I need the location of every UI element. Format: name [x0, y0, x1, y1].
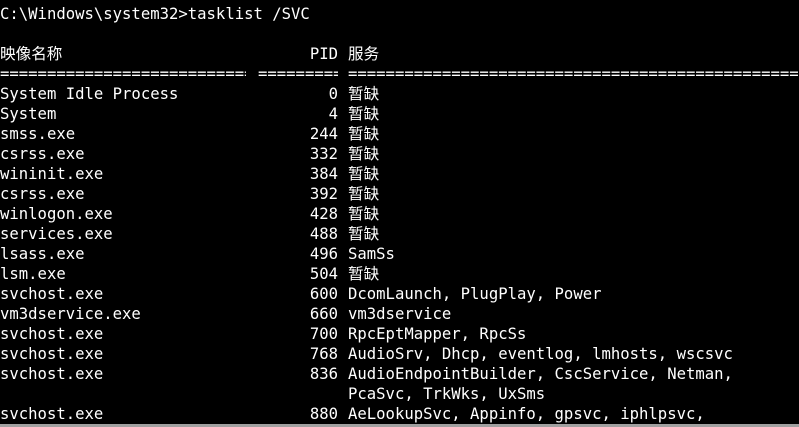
- separator-pid: ==========: [258, 65, 338, 83]
- process-name: svchost.exe: [0, 285, 104, 303]
- command-line: C:\Windows\system32>tasklist /SVC: [0, 4, 799, 24]
- separator-row: ========================== ========= =====…: [0, 64, 799, 84]
- process-name: smss.exe: [0, 125, 76, 143]
- table-row: svchost.exe 768 AudioSrv, Dhcp, eventlog, …: [0, 344, 799, 364]
- process-services: 暂缺: [348, 125, 380, 143]
- process-pid: 392: [309, 185, 338, 203]
- process-name: lsass.exe: [0, 245, 85, 263]
- process-pid: 4: [328, 105, 338, 123]
- separator-name: ========================================: [0, 65, 246, 83]
- process-services: 暂缺: [348, 205, 380, 223]
- process-services: 暂缺: [348, 185, 380, 203]
- table-row: System Idle Process 0 暂缺: [0, 84, 799, 104]
- separator-services: ========================================…: [348, 65, 799, 83]
- process-pid: 660: [309, 305, 338, 323]
- process-services: 暂缺: [348, 165, 380, 183]
- process-pid: 600: [309, 285, 338, 303]
- process-list: System Idle Process 0 暂缺 System 4 暂缺 smss.exe 2…: [0, 84, 799, 424]
- process-pid: 836: [309, 365, 338, 383]
- table-row: svchost.exe 836 AudioEndpointBuilder, CscS…: [0, 364, 799, 384]
- process-services: AeLookupSvc, Appinfo, gpsvc, iphlpsvc,: [348, 405, 705, 423]
- process-name: vm3dservice.exe: [0, 305, 141, 323]
- process-name: System: [0, 105, 57, 123]
- process-pid: 488: [309, 225, 338, 243]
- process-services: AudioEndpointBuilder, CscService, Netman…: [348, 365, 733, 383]
- process-pid: 880: [309, 405, 338, 423]
- process-pid: 504: [309, 265, 338, 283]
- table-row: svchost.exe 700 RpcEptMapper, RpcSs: [0, 324, 799, 344]
- process-pid: 0: [328, 85, 338, 103]
- table-row: vm3dservice.exe 660 vm3dservice: [0, 304, 799, 324]
- console-window[interactable]: C:\Windows\system32>tasklist /SVC 映像名称 P…: [0, 0, 799, 427]
- process-pid: 496: [309, 245, 338, 263]
- table-row: services.exe 488 暂缺: [0, 224, 799, 244]
- command-text: C:\Windows\system32>tasklist /SVC: [0, 5, 310, 23]
- process-name: System Idle Process: [0, 85, 179, 103]
- process-name: csrss.exe: [0, 185, 85, 203]
- process-pid: 700: [309, 325, 338, 343]
- process-services: 暂缺: [348, 145, 380, 163]
- process-name: svchost.exe: [0, 345, 104, 363]
- header-pid: PID: [309, 45, 338, 63]
- console-output: C:\Windows\system32>tasklist /SVC 映像名称 P…: [0, 4, 799, 424]
- table-row: lsm.exe 504 暂缺: [0, 264, 799, 284]
- table-row: System 4 暂缺: [0, 104, 799, 124]
- process-services: 暂缺: [348, 85, 380, 103]
- process-services: 暂缺: [348, 265, 380, 283]
- process-pid: 428: [309, 205, 338, 223]
- process-services: SamSs: [348, 245, 395, 263]
- process-pid: 332: [309, 145, 338, 163]
- process-pid: 768: [309, 345, 338, 363]
- table-row: csrss.exe 332 暂缺: [0, 144, 799, 164]
- process-name: wininit.exe: [0, 165, 104, 183]
- header-services: 服务: [348, 45, 380, 63]
- header-image-name: 映像名称: [0, 45, 63, 63]
- process-services: AudioSrv, Dhcp, eventlog, lmhosts, wscsv…: [348, 345, 733, 363]
- process-name: svchost.exe: [0, 365, 104, 383]
- process-name: svchost.exe: [0, 405, 104, 423]
- table-row: csrss.exe 392 暂缺: [0, 184, 799, 204]
- process-name: lsm.exe: [0, 265, 66, 283]
- table-row: lsass.exe 496 SamSs: [0, 244, 799, 264]
- process-pid: 384: [309, 165, 338, 183]
- process-services: RpcEptMapper, RpcSs: [348, 325, 527, 343]
- process-name: csrss.exe: [0, 145, 85, 163]
- process-pid: 244: [309, 125, 338, 143]
- table-row: PcaSvc, TrkWks, UxSms: [0, 384, 799, 404]
- process-services: 暂缺: [348, 225, 380, 243]
- table-row: svchost.exe 880 AeLookupSvc, Appinfo, gpsv…: [0, 404, 799, 424]
- table-header: 映像名称 PID 服务: [0, 44, 799, 64]
- process-name: winlogon.exe: [0, 205, 113, 223]
- process-services: PcaSvc, TrkWks, UxSms: [348, 385, 546, 403]
- table-row: smss.exe 244 暂缺: [0, 124, 799, 144]
- process-services: DcomLaunch, PlugPlay, Power: [348, 285, 602, 303]
- process-name: services.exe: [0, 225, 113, 243]
- process-services: vm3dservice: [348, 305, 452, 323]
- table-row: svchost.exe 600 DcomLaunch, PlugPlay, Powe…: [0, 284, 799, 304]
- process-services: 暂缺: [348, 105, 380, 123]
- process-name: svchost.exe: [0, 325, 104, 343]
- table-row: winlogon.exe 428 暂缺: [0, 204, 799, 224]
- table-row: wininit.exe 384 暂缺: [0, 164, 799, 184]
